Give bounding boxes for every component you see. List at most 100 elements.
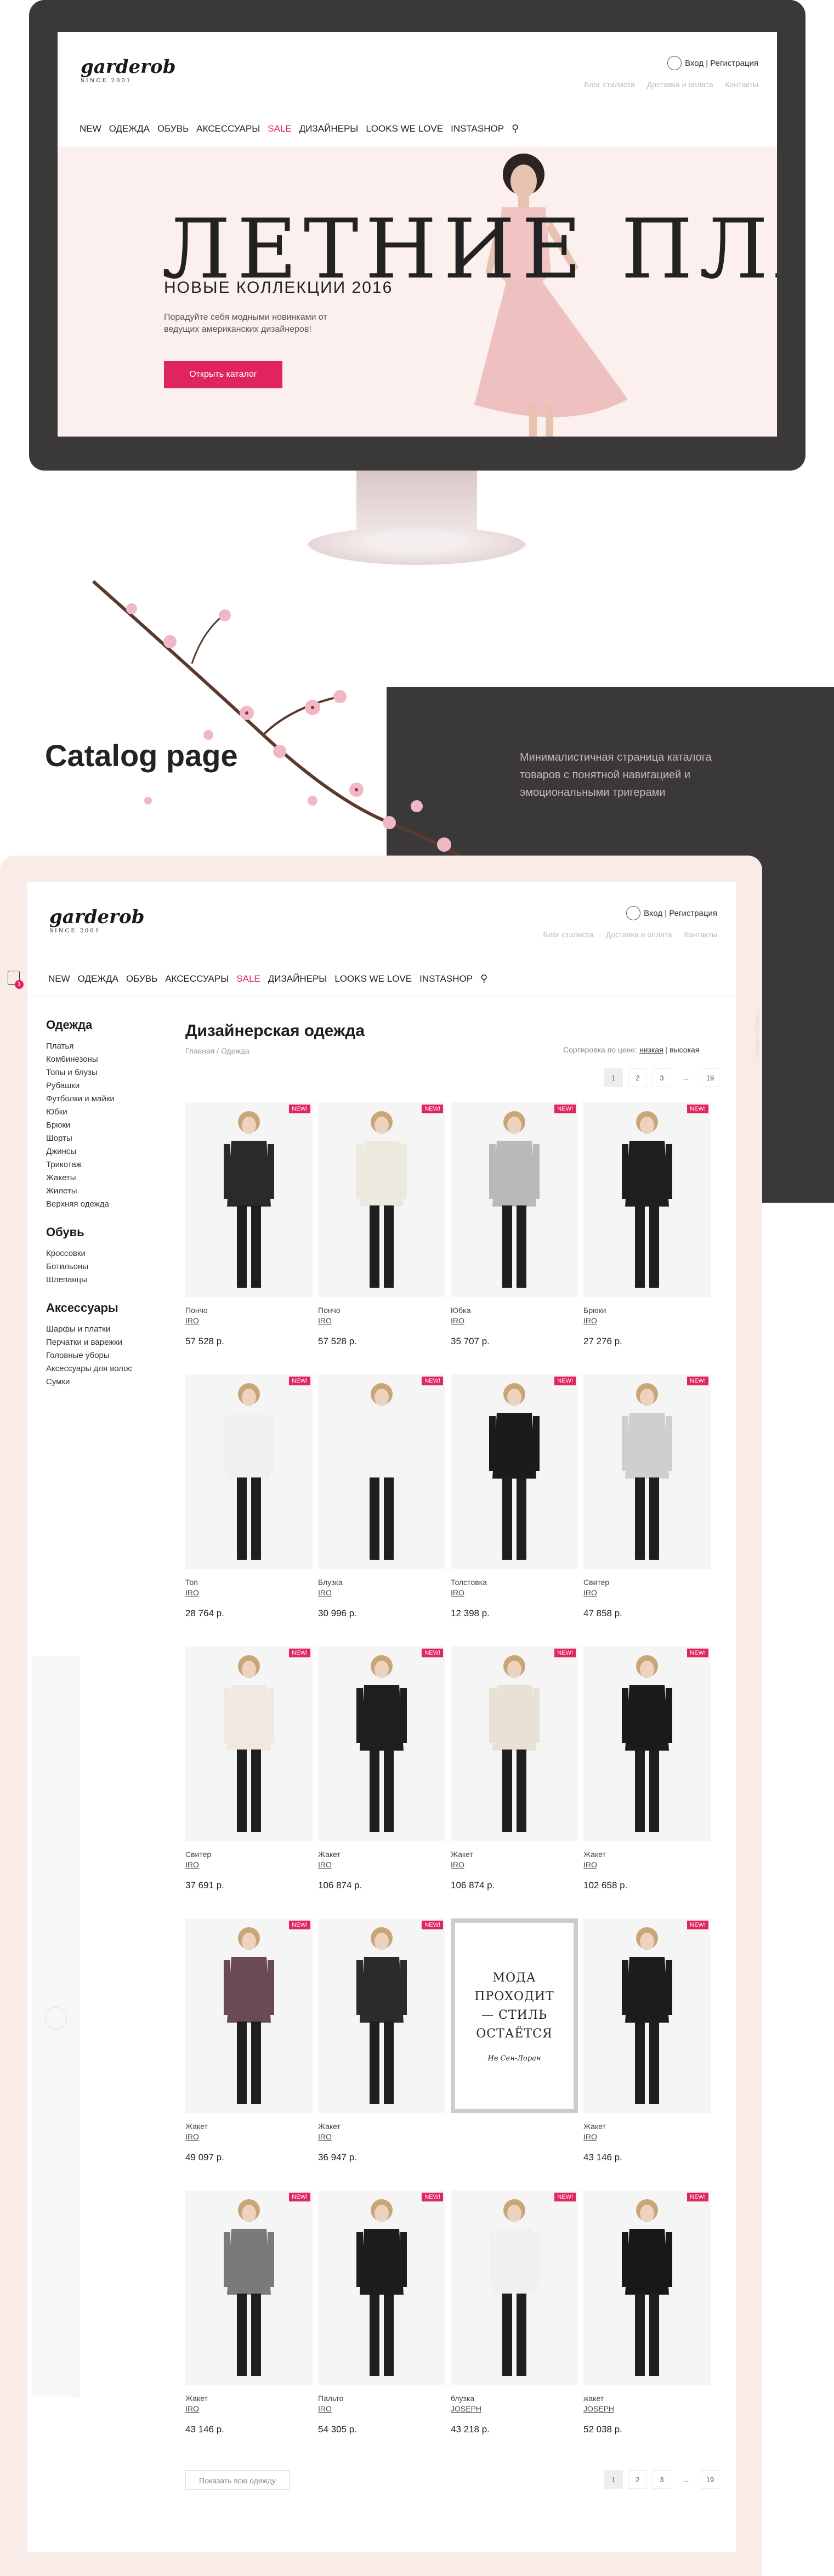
product-image[interactable]: NEW! <box>318 1646 445 1841</box>
product-image[interactable]: NEW! <box>583 1918 711 2113</box>
cart-icon[interactable]: 1 <box>8 971 24 989</box>
contacts-link[interactable]: Контакты <box>725 80 758 89</box>
product-image[interactable]: NEW! <box>185 1102 313 1297</box>
open-catalog-button[interactable]: Открыть каталог <box>164 361 282 388</box>
scroll-handle[interactable] <box>45 2007 67 2029</box>
account-link[interactable]: Вход | Регистрация <box>626 906 717 920</box>
nav-sale[interactable]: SALE <box>236 973 260 984</box>
sort-high[interactable]: высокая <box>670 1045 699 1054</box>
sidebar-item[interactable]: Трикотаж <box>46 1158 172 1171</box>
product-brand[interactable]: IRO <box>318 1316 445 1325</box>
sidebar-item[interactable]: Рубашки <box>46 1079 172 1092</box>
product-card[interactable]: NEW! Жакет IRO 43 146 р. <box>583 1918 711 2163</box>
product-brand[interactable]: IRO <box>185 2404 313 2413</box>
show-all-button[interactable]: Показать всю одежду <box>185 2470 290 2490</box>
product-card[interactable]: NEW! Жакет IRO 36 947 р. <box>318 1918 445 2163</box>
sidebar-item[interactable]: Юбки <box>46 1106 172 1119</box>
product-brand[interactable]: IRO <box>451 1588 578 1597</box>
product-image[interactable]: NEW! <box>451 1646 578 1841</box>
product-card[interactable]: NEW! жакет JOSEPH 52 038 р. <box>583 2190 711 2435</box>
product-image[interactable]: NEW! <box>318 1918 445 2113</box>
product-card[interactable]: NEW! Брюки IRO 27 276 р. <box>583 1102 711 1347</box>
sidebar-item[interactable]: Платья <box>46 1040 172 1053</box>
product-card[interactable]: NEW! Блузка IRO 30 996 р. <box>318 1374 445 1619</box>
product-brand[interactable]: IRO <box>318 2404 445 2413</box>
product-brand[interactable]: JOSEPH <box>583 2404 711 2413</box>
product-image[interactable]: NEW! <box>451 2190 578 2385</box>
sidebar-item[interactable]: Джинсы <box>46 1145 172 1158</box>
nav-new[interactable]: NEW <box>80 123 101 134</box>
nav-shoes[interactable]: ОБУВЬ <box>157 123 189 134</box>
sidebar-item[interactable]: Верхняя одежда <box>46 1198 172 1211</box>
product-image[interactable]: NEW! <box>318 2190 445 2385</box>
product-image[interactable]: NEW! <box>318 1374 445 1569</box>
product-brand[interactable]: IRO <box>583 1588 711 1597</box>
product-image[interactable]: NEW! <box>583 1374 711 1569</box>
product-card[interactable]: NEW! Свитер IRO 47 858 р. <box>583 1374 711 1619</box>
sidebar-item[interactable]: Брюки <box>46 1119 172 1132</box>
blog-link[interactable]: Блог стилиста <box>543 930 593 939</box>
page-button[interactable]: 19 <box>701 1068 719 1087</box>
breadcrumb[interactable]: Главная / Одежда <box>185 1046 249 1055</box>
page-button[interactable]: 1 <box>604 2470 623 2489</box>
product-brand[interactable]: IRO <box>185 1860 313 1869</box>
search-icon[interactable]: ⚲ <box>480 973 487 984</box>
product-image[interactable]: NEW! <box>583 1646 711 1841</box>
product-brand[interactable]: IRO <box>318 1588 445 1597</box>
nav-designers[interactable]: ДИЗАЙНЕРЫ <box>299 123 359 134</box>
product-card[interactable]: NEW! Жакет IRO 102 658 р. <box>583 1646 711 1891</box>
product-image[interactable]: NEW! <box>451 1102 578 1297</box>
nav-shoes[interactable]: ОБУВЬ <box>126 973 157 984</box>
contacts-link[interactable]: Контакты <box>684 930 717 939</box>
page-button[interactable]: 3 <box>653 1068 671 1087</box>
product-card[interactable]: NEW! Свитер IRO 37 691 р. <box>185 1646 313 1891</box>
product-brand[interactable]: IRO <box>318 2132 445 2141</box>
product-image[interactable]: NEW! <box>185 1918 313 2113</box>
sidebar-item[interactable]: Аксессуары для волос <box>46 1362 172 1375</box>
sidebar-item[interactable]: Жилеты <box>46 1185 172 1198</box>
product-image[interactable]: NEW! <box>583 2190 711 2385</box>
sidebar-item[interactable]: Топы и блузы <box>46 1066 172 1079</box>
product-card[interactable]: NEW! Пальто IRO 54 305 р. <box>318 2190 445 2435</box>
product-image[interactable]: NEW! <box>583 1102 711 1297</box>
nav-clothes[interactable]: ОДЕЖДА <box>109 123 150 134</box>
product-brand[interactable]: IRO <box>451 1860 578 1869</box>
product-brand[interactable]: IRO <box>318 1860 445 1869</box>
product-card[interactable]: NEW! Жакет IRO 106 874 р. <box>451 1646 578 1891</box>
blog-link[interactable]: Блог стилиста <box>584 80 634 89</box>
product-card[interactable]: NEW! Топ IRO 28 764 р. <box>185 1374 313 1619</box>
product-card[interactable]: NEW! блузка JOSEPH 43 218 р. <box>451 2190 578 2435</box>
logo[interactable]: garderob SINCE 2001 <box>49 906 145 934</box>
product-image[interactable]: NEW! <box>185 1374 313 1569</box>
sidebar-item[interactable]: Шарфы и платки <box>46 1323 172 1336</box>
page-button[interactable]: 3 <box>653 2470 671 2489</box>
product-image[interactable]: NEW! <box>185 1646 313 1841</box>
product-image[interactable]: NEW! <box>318 1102 445 1297</box>
delivery-link[interactable]: Доставка и оплата <box>606 930 672 939</box>
sidebar-item[interactable]: Шорты <box>46 1132 172 1145</box>
page-button[interactable]: 2 <box>628 2470 647 2489</box>
product-card[interactable]: NEW! Пончо IRO 57 528 р. <box>185 1102 313 1347</box>
nav-accessories[interactable]: АКСЕССУАРЫ <box>196 123 260 134</box>
sidebar-item[interactable]: Сумки <box>46 1375 172 1389</box>
page-button[interactable]: 2 <box>628 1068 647 1087</box>
nav-looks[interactable]: LOOKS WE LOVE <box>366 123 443 134</box>
product-card[interactable]: NEW! Жакет IRO 49 097 р. <box>185 1918 313 2163</box>
sidebar-item[interactable]: Шлепанцы <box>46 1273 172 1287</box>
logo[interactable]: garderob SINCE 2001 <box>81 56 176 84</box>
account-link[interactable]: Вход | Регистрация <box>667 56 758 70</box>
product-brand[interactable]: IRO <box>451 1316 578 1325</box>
product-brand[interactable]: IRO <box>185 2132 313 2141</box>
product-brand[interactable]: IRO <box>185 1316 313 1325</box>
product-card[interactable]: NEW! Юбка IRO 35 707 р. <box>451 1102 578 1347</box>
nav-looks[interactable]: LOOKS WE LOVE <box>334 973 412 984</box>
page-button[interactable]: 1 <box>604 1068 623 1087</box>
sidebar-item[interactable]: Комбинезоны <box>46 1053 172 1066</box>
nav-instashop[interactable]: INSTASHOP <box>419 973 473 984</box>
sidebar-item[interactable]: Перчатки и варежки <box>46 1336 172 1349</box>
product-card[interactable]: NEW! Пончо IRO 57 528 р. <box>318 1102 445 1347</box>
product-brand[interactable]: IRO <box>583 2132 711 2141</box>
product-brand[interactable]: JOSEPH <box>451 2404 578 2413</box>
page-button[interactable]: 19 <box>701 2470 719 2489</box>
sidebar-item[interactable]: Футболки и майки <box>46 1092 172 1106</box>
